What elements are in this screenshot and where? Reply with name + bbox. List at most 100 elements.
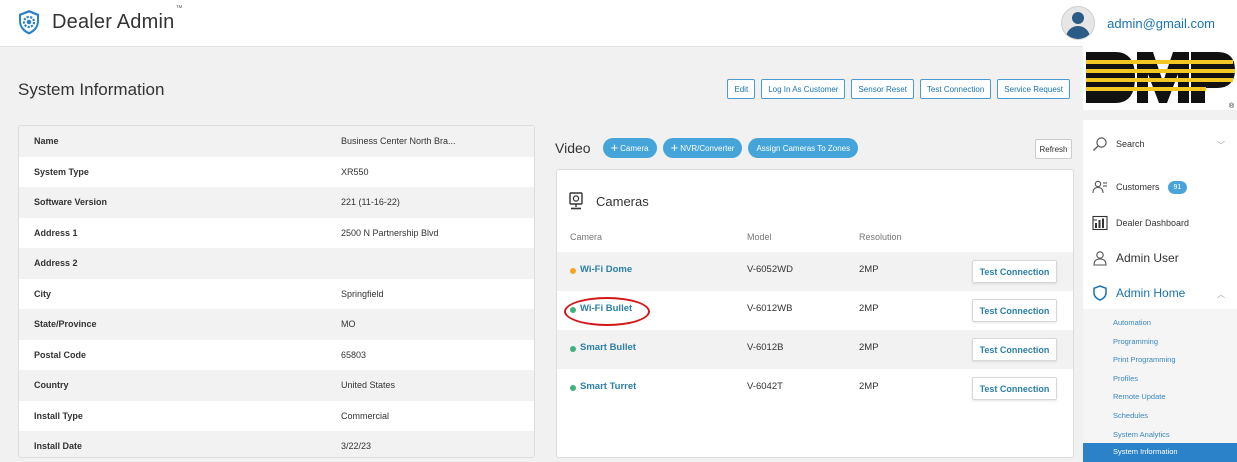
submenu-item-remote-update[interactable]: Remote Update (1083, 388, 1237, 407)
service-request-button[interactable]: Service Request (997, 79, 1070, 99)
submenu-item-profiles[interactable]: Profiles (1083, 370, 1237, 389)
page-title: System Information (18, 80, 165, 99)
camera-model: V-6012B (747, 342, 784, 353)
status-dot-icon (570, 268, 576, 274)
sidebar-search[interactable]: Search ﹀ (1083, 120, 1237, 168)
submenu-item-automation[interactable]: Automation (1083, 314, 1237, 333)
camera-name-link[interactable]: Smart Turret (580, 381, 636, 392)
camera-name-link[interactable]: Smart Bullet (580, 342, 636, 353)
camera-resolution: 2MP (859, 342, 879, 353)
user-icon (1093, 251, 1107, 266)
camera-row: Wi-Fi Bullet V-6012WB 2MP Test Connection (557, 291, 1073, 330)
add-camera-button[interactable]: + Camera (602, 138, 657, 158)
edit-button[interactable]: Edit (727, 79, 756, 99)
customers-icon (1092, 180, 1107, 194)
info-label: Name (34, 136, 59, 147)
camera-name-link[interactable]: Wi-Fi Dome (580, 264, 632, 275)
dashboard-icon (1092, 215, 1108, 230)
chevron-up-icon: ︿ (1217, 290, 1225, 299)
camera-row: Smart Turret V-6042T 2MP Test Connection (557, 369, 1073, 408)
search-icon (1093, 137, 1107, 151)
admin-home-submenu: Automation Programming Print Programming Pr… (1083, 309, 1237, 462)
submenu-item-system-analytics[interactable]: System Analytics (1083, 426, 1237, 445)
user-menu[interactable]: admin@gmail.com (1061, 6, 1227, 40)
sidebar-item-admin-home[interactable]: Admin Home ︿ (1083, 277, 1237, 309)
camera-test-connection-button[interactable]: Test Connection (972, 299, 1057, 322)
camera-test-connection-button[interactable]: Test Connection (972, 338, 1057, 361)
camera-test-connection-button[interactable]: Test Connection (972, 377, 1057, 400)
user-email[interactable]: admin@gmail.com (1107, 16, 1215, 31)
camera-resolution: 2MP (859, 381, 879, 392)
info-row: Country United States (19, 370, 534, 401)
top-bar: Dealer Admin™ admin@gmail.com (0, 0, 1237, 47)
camera-row: Smart Bullet V-6012B 2MP Test Connection (557, 330, 1073, 369)
info-row: Install Type Commercial (19, 401, 534, 432)
info-row: Postal Code 65803 (19, 340, 534, 371)
submenu-item-programming[interactable]: Programming (1083, 333, 1237, 352)
assign-cameras-to-zones-button[interactable]: Assign Cameras To Zones (748, 138, 859, 158)
info-label: Country (34, 380, 69, 391)
info-value: 3/22/23 (341, 441, 372, 452)
info-row: System Type XR550 (19, 157, 534, 188)
status-dot-icon (570, 307, 576, 313)
info-label: City (34, 288, 52, 299)
camera-name-link[interactable]: Wi-Fi Bullet (580, 303, 632, 314)
info-value: 221 (11-16-22) (341, 197, 400, 208)
log-in-as-customer-button[interactable]: Log In As Customer (761, 79, 846, 99)
info-value: 2500 N Partnership Blvd (341, 227, 439, 238)
dmp-logo: ® (1083, 46, 1237, 110)
camera-row: Wi-Fi Dome V-6052WD 2MP Test Connection (557, 252, 1073, 291)
camera-model: V-6052WD (747, 264, 793, 275)
info-value: 65803 (341, 349, 367, 360)
column-resolution: Resolution (859, 232, 902, 242)
video-label: Video (555, 140, 591, 156)
avatar[interactable] (1061, 6, 1096, 40)
svg-text:®: ® (1229, 102, 1235, 110)
sidebar-item-dealer-dashboard[interactable]: Dealer Dashboard (1083, 206, 1237, 239)
status-dot-icon (570, 346, 576, 352)
sidebar-item-customers[interactable]: Customers 91 (1083, 168, 1237, 206)
info-row: Software Version 221 (11-16-22) (19, 187, 534, 218)
info-label: Software Version (34, 197, 108, 208)
info-value: Springfield (341, 288, 384, 299)
sidebar-item-admin-user[interactable]: Admin User (1083, 239, 1237, 277)
info-value: Business Center North Bra... (341, 136, 456, 147)
info-label: Install Type (34, 410, 83, 421)
info-label: Postal Code (34, 349, 87, 360)
add-nvr-converter-button[interactable]: + NVR/Converter (662, 138, 743, 158)
cameras-panel: Cameras Camera Model Resolution Wi-Fi Do… (556, 169, 1074, 458)
submenu-item-print-programming[interactable]: Print Programming (1083, 351, 1237, 370)
cameras-table-body: Wi-Fi Dome V-6052WD 2MP Test Connection Wi-F… (557, 252, 1073, 408)
info-value: Commercial (341, 410, 390, 421)
camera-resolution: 2MP (859, 264, 879, 275)
sensor-reset-button[interactable]: Sensor Reset (851, 79, 914, 99)
plus-icon: + (670, 140, 679, 155)
info-value: XR550 (341, 166, 369, 177)
submenu-item-system-information[interactable]: System Information (1083, 443, 1237, 462)
action-toolbar: Edit Log In As Customer Sensor Reset Tes… (727, 79, 1070, 99)
camera-test-connection-button[interactable]: Test Connection (972, 260, 1057, 283)
status-dot-icon (570, 385, 576, 391)
info-row: Address 1 2500 N Partnership Blvd (19, 218, 534, 249)
dmp-logo-mark: ® (1086, 52, 1235, 110)
app-name: Dealer Admin™ (52, 4, 183, 33)
camera-model: V-6012WB (747, 303, 793, 314)
submenu-item-schedules[interactable]: Schedules (1083, 407, 1237, 426)
shield-gear-icon (19, 10, 39, 35)
camera-model: V-6042T (747, 381, 783, 392)
info-row: Address 2 (19, 248, 534, 279)
video-header: Video + Camera + NVR/Converter Assign Came… (555, 138, 859, 158)
test-connection-button[interactable]: Test Connection (919, 79, 992, 99)
camera-icon (569, 192, 583, 210)
plus-icon: + (610, 140, 619, 155)
sidebar-nav: Search ﹀ Customers 91 Dealer Dashboard A… (1083, 120, 1237, 462)
refresh-button[interactable]: Refresh (1035, 139, 1072, 159)
cameras-title: Cameras (569, 192, 649, 210)
info-row: Install Date 3/22/23 (19, 431, 534, 457)
chevron-down-icon: ﹀ (1217, 141, 1225, 150)
column-camera: Camera (570, 232, 603, 242)
system-info-panel: Name Business Center North Bra... System T… (18, 125, 535, 458)
info-label: Install Date (34, 441, 83, 452)
info-label: Address 2 (34, 258, 78, 269)
brand[interactable]: Dealer Admin™ (15, 4, 183, 36)
